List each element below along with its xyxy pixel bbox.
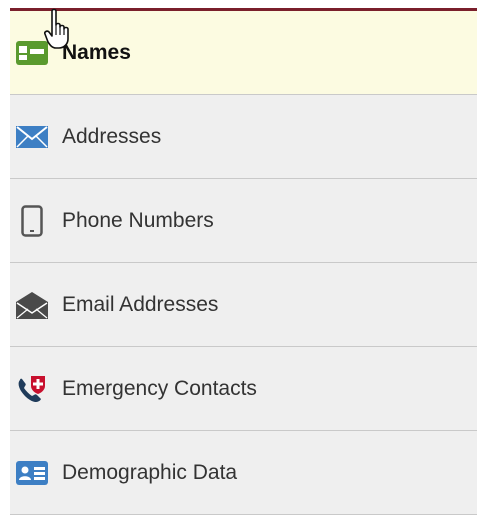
nav-item-label: Phone Numbers [62,208,214,232]
open-envelope-icon [15,288,49,322]
envelope-icon [15,120,49,154]
nav-item-phone-numbers[interactable]: Phone Numbers [10,179,477,263]
emergency-phone-icon [15,372,49,406]
nav-item-email-addresses[interactable]: Email Addresses [10,263,477,347]
nav-item-label: Addresses [62,124,162,148]
nav-list: Names Addresses Phone Numbers Email Addr… [10,11,477,515]
hand-pointer-icon [44,8,74,50]
id-card-icon [15,456,49,490]
nav-item-names[interactable]: Names [10,11,477,95]
side-navigation-panel: Names Addresses Phone Numbers Email Addr… [0,0,480,515]
nav-item-label: Demographic Data [62,460,238,484]
nav-item-label: Emergency Contacts [62,376,257,400]
phone-icon [15,204,49,238]
nav-item-label: Email Addresses [62,292,219,316]
nav-item-addresses[interactable]: Addresses [10,95,477,179]
nav-item-demographic-data[interactable]: Demographic Data [10,431,477,515]
nav-item-emergency-contacts[interactable]: Emergency Contacts [10,347,477,431]
